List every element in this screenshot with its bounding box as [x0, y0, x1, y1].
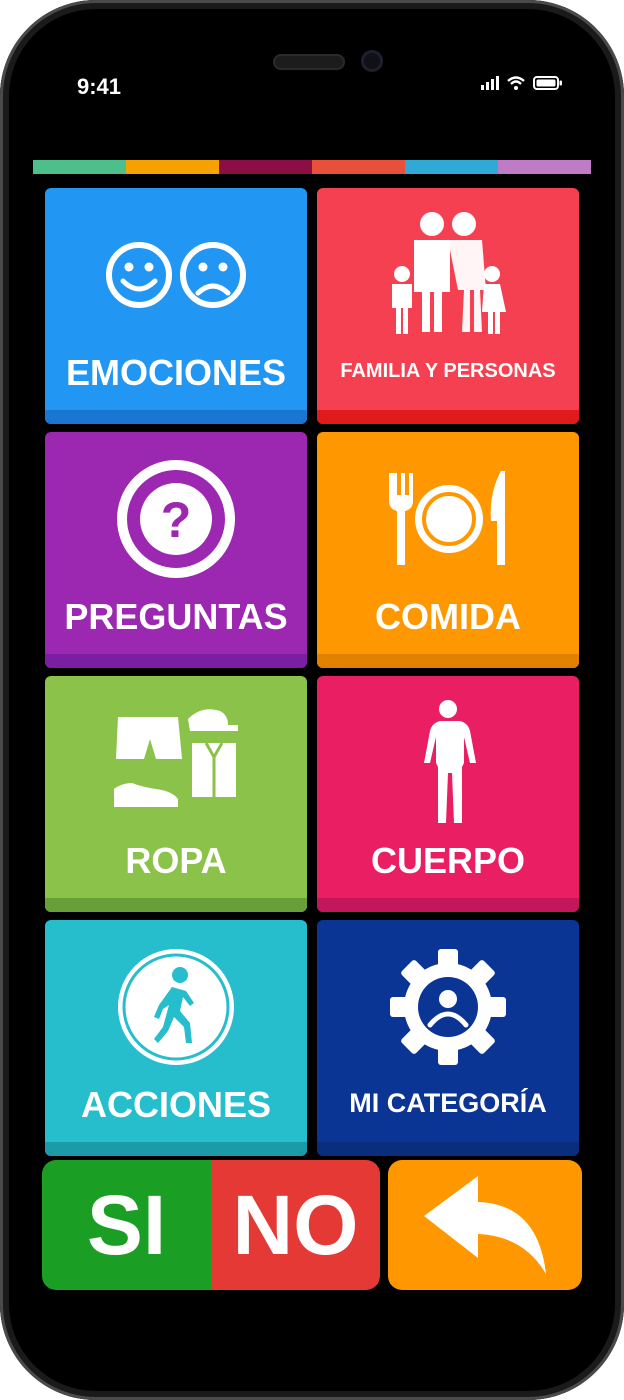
status-time: 9:41: [77, 74, 122, 99]
tile-shadow: [45, 898, 307, 912]
clothes-icon: [114, 709, 238, 807]
app-screen: 9:41 EMOCIONES FAMILIA Y PERSONAS ? PREG…: [33, 30, 591, 1290]
color-strip-segment: [33, 160, 126, 174]
tile-shadow: [45, 1142, 307, 1156]
tile-shadow: [45, 410, 307, 424]
tile-shadow: [317, 654, 579, 668]
color-strip: [33, 160, 591, 174]
tile-shadow: [317, 1142, 579, 1156]
tile-label: ROPA: [125, 840, 227, 881]
tile-acciones[interactable]: ACCIONES: [45, 920, 307, 1156]
tile-shadow: [45, 654, 307, 668]
tile-preguntas[interactable]: ? PREGUNTAS: [45, 432, 307, 668]
color-strip-segment: [126, 160, 219, 174]
tile-shadow: [317, 410, 579, 424]
color-strip-segment: [219, 160, 312, 174]
color-strip-segment: [405, 160, 498, 174]
tile-familia-y-personas[interactable]: FAMILIA Y PERSONAS: [317, 188, 579, 424]
no-button[interactable]: NO: [211, 1160, 380, 1290]
front-camera: [361, 50, 383, 72]
human-body-icon: [424, 700, 476, 823]
phone-frame: 9:41 EMOCIONES FAMILIA Y PERSONAS ? PREG…: [0, 0, 624, 1400]
svg-text:?: ?: [161, 492, 192, 548]
status-icons: [481, 76, 563, 90]
yes-no-buttons: SI NO: [42, 1160, 380, 1290]
battery-icon: [533, 76, 562, 90]
tile-label: EMOCIONES: [65, 352, 287, 393]
yes-button[interactable]: SI: [42, 1160, 211, 1290]
color-strip-segment: [498, 160, 591, 174]
gear-user-icon: [390, 949, 506, 1065]
tile-label: CUERPO: [370, 840, 526, 881]
tile-label: ACCIONES: [80, 1084, 272, 1125]
tile-label: MI CATEGORÍA: [349, 1088, 547, 1118]
tile-label: PREGUNTAS: [64, 596, 288, 637]
tile-shadow: [317, 898, 579, 912]
plate-cutlery-icon: [389, 471, 505, 565]
tile-label: FAMILIA Y PERSONAS: [340, 360, 556, 382]
speaker: [273, 54, 345, 70]
tile-ropa[interactable]: ROPA: [45, 676, 307, 912]
bottom-bar: SI NO: [42, 1160, 582, 1290]
tile-cuerpo[interactable]: CUERPO: [317, 676, 579, 912]
back-arrow-icon: [424, 1176, 546, 1274]
tile-label: COMIDA: [375, 596, 521, 637]
tile-emociones[interactable]: EMOCIONES: [45, 188, 307, 424]
walking-person-icon: [118, 949, 234, 1065]
tile-comida[interactable]: COMIDA: [317, 432, 579, 668]
smiley-faces-icon: [106, 242, 246, 308]
family-icon: [392, 212, 506, 334]
color-strip-segment: [312, 160, 405, 174]
back-button[interactable]: [388, 1160, 582, 1290]
signal-icon: [481, 76, 499, 90]
wifi-icon: [507, 76, 525, 90]
tile-mi-categoria[interactable]: MI CATEGORÍA: [317, 920, 579, 1156]
question-icon: ?: [117, 460, 235, 578]
